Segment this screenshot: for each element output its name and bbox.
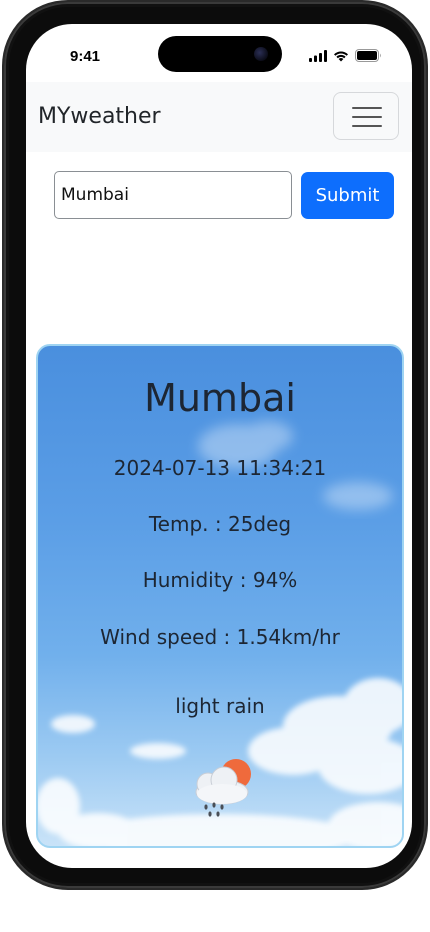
- dynamic-island: [158, 36, 282, 72]
- city-search-input[interactable]: [54, 171, 292, 219]
- status-bar: 9:41: [26, 24, 412, 82]
- submit-button[interactable]: Submit: [301, 172, 394, 219]
- navbar: MYweather: [26, 82, 412, 152]
- navbar-toggler-button[interactable]: [333, 92, 399, 140]
- screen: 9:41 MYweather Mumbai Submit Mumbai 2024…: [26, 24, 412, 868]
- temperature: Temp. : 25deg: [148, 512, 292, 536]
- weather-card: Mumbai 2024-07-13 11:34:21 Temp. : 25deg…: [36, 344, 404, 848]
- hamburger-menu-icon: [352, 125, 382, 127]
- wind-speed: Wind speed : 1.54km/hr: [100, 625, 340, 649]
- cellular-signal-icon: [309, 49, 327, 62]
- phone-frame: 9:41 MYweather Mumbai Submit Mumbai 2024…: [4, 2, 426, 888]
- status-time: 9:41: [70, 48, 101, 65]
- battery-icon: [355, 49, 381, 62]
- humidity: Humidity : 94%: [142, 568, 298, 592]
- status-icons: [309, 49, 382, 62]
- weather-datetime: 2024-07-13 11:34:21: [113, 456, 327, 480]
- weather-description: light rain: [175, 694, 265, 718]
- sun-cloud-rain-icon: [195, 759, 251, 817]
- hamburger-menu-icon: [352, 107, 382, 109]
- wifi-icon: [334, 51, 348, 61]
- camera-icon: [254, 47, 268, 61]
- city-name: Mumbai: [144, 376, 296, 420]
- hamburger-menu-icon: [352, 116, 382, 118]
- brand-title[interactable]: MYweather: [38, 104, 161, 129]
